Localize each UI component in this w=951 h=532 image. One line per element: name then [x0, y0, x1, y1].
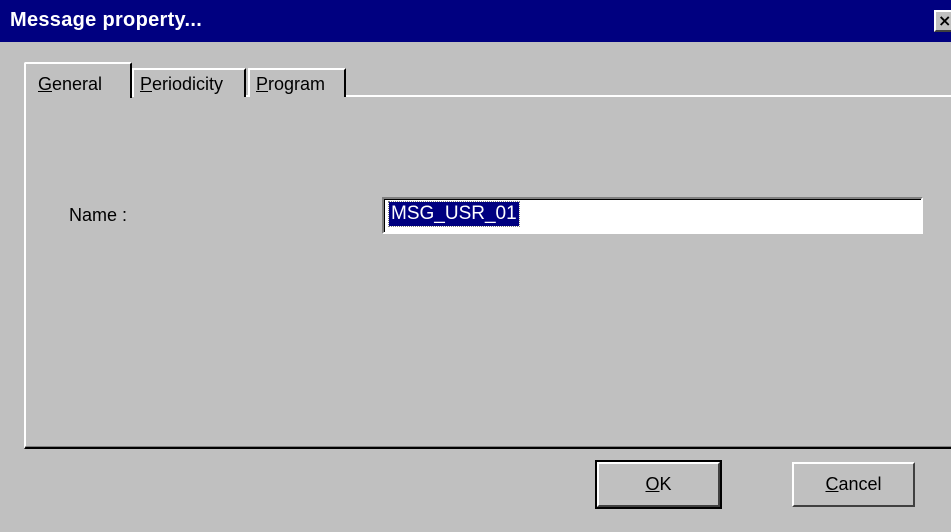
tab-general-label: eneral	[52, 74, 103, 94]
ok-button-mnemonic: O	[645, 474, 660, 494]
message-property-dialog: Message property... × General Periodicit…	[0, 0, 951, 532]
tab-general[interactable]: General	[24, 62, 132, 98]
name-input-value: MSG_USR_01	[388, 201, 520, 227]
ok-button-label: K	[659, 474, 672, 494]
cancel-button[interactable]: Cancel	[792, 462, 915, 507]
tab-program-mnemonic: P	[256, 74, 269, 94]
cancel-button-label: ancel	[838, 474, 882, 494]
title-bar[interactable]: Message property... ×	[0, 0, 951, 42]
tab-periodicity-label: eriodicity	[152, 74, 224, 94]
name-input[interactable]: MSG_USR_01	[382, 197, 923, 234]
cancel-button-mnemonic: C	[825, 474, 839, 494]
dialog-title: Message property...	[10, 9, 203, 31]
tab-periodicity[interactable]: Periodicity	[132, 68, 246, 97]
tab-program[interactable]: Program	[248, 68, 346, 97]
close-button[interactable]: ×	[934, 10, 951, 32]
tab-program-label: rogram	[268, 74, 326, 94]
tab-panel-general	[24, 95, 951, 449]
close-icon: ×	[938, 11, 951, 30]
tab-periodicity-mnemonic: P	[140, 74, 153, 94]
name-label: Name :	[69, 205, 128, 225]
tab-general-mnemonic: G	[38, 74, 53, 94]
ok-button[interactable]: OK	[595, 460, 722, 509]
